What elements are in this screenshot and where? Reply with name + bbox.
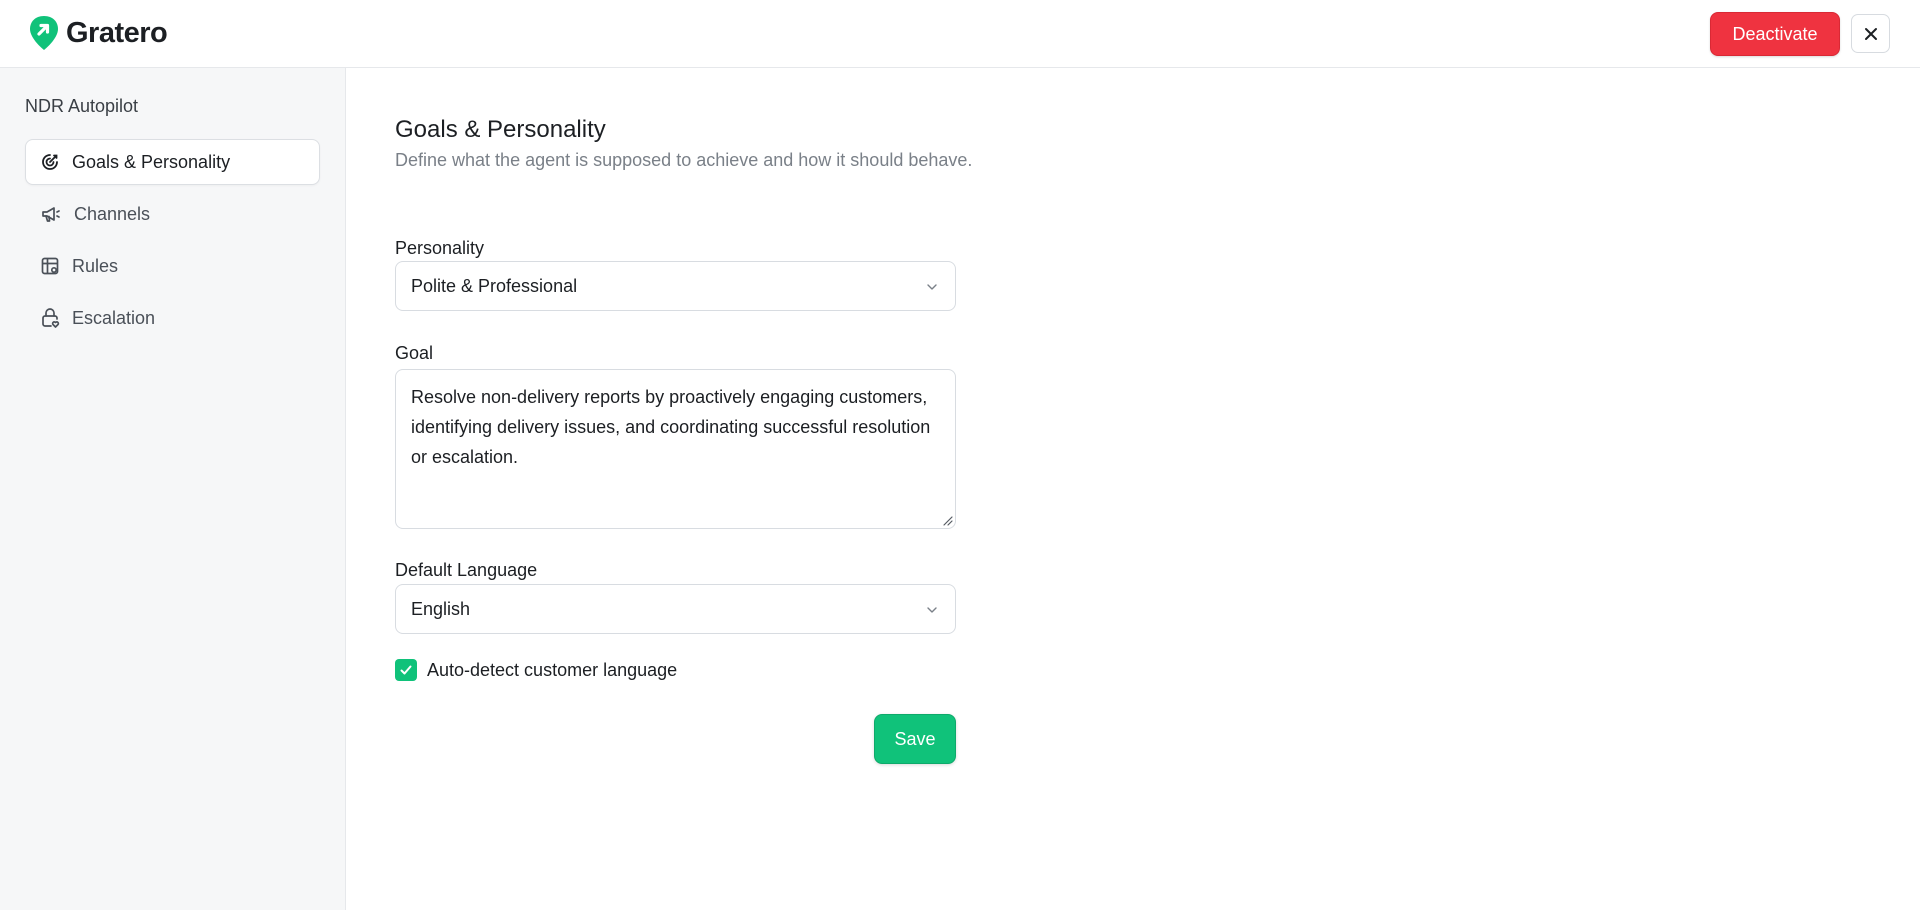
megaphone-icon xyxy=(42,207,60,222)
checkmark-icon xyxy=(400,665,412,675)
sidebar-item-label: Escalation xyxy=(72,307,156,328)
auto-detect-label: Auto-detect customer language xyxy=(427,659,678,680)
sidebar-item-rules[interactable]: Rules xyxy=(25,243,320,289)
resize-handle-icon[interactable] xyxy=(941,514,953,526)
sidebar-nav: Goals & Personality Channels Rules Escal… xyxy=(25,139,320,347)
target-icon xyxy=(42,154,58,170)
brand-logo[interactable]: Gratero xyxy=(28,14,168,52)
auto-detect-checkbox[interactable] xyxy=(395,659,417,681)
sidebar-item-label: Rules xyxy=(72,255,119,276)
save-button[interactable]: Save xyxy=(874,714,956,764)
sidebar-item-label: Goals & Personality xyxy=(72,151,231,172)
close-button[interactable] xyxy=(1851,14,1890,53)
page-title: Goals & Personality xyxy=(395,116,606,143)
deactivate-button[interactable]: Deactivate xyxy=(1710,12,1840,56)
sidebar-title: NDR Autopilot xyxy=(25,96,139,116)
sidebar-item-escalation[interactable]: Escalation xyxy=(25,295,320,341)
sidebar: NDR Autopilot Goals & Personality Channe… xyxy=(0,68,346,910)
rules-grid-icon xyxy=(41,257,59,275)
page-subtitle: Define what the agent is supposed to ach… xyxy=(395,150,973,170)
default-language-select[interactable]: English xyxy=(395,584,956,634)
lock-icon xyxy=(42,308,60,328)
close-icon xyxy=(1864,27,1877,40)
sidebar-item-goals-personality[interactable]: Goals & Personality xyxy=(25,139,320,185)
default-language-value: English xyxy=(411,598,471,619)
sidebar-item-label: Channels xyxy=(74,203,151,224)
goal-label: Goal xyxy=(395,343,434,363)
brand-name: Gratero xyxy=(66,16,168,49)
personality-value: Polite & Professional xyxy=(411,275,578,296)
personality-select[interactable]: Polite & Professional xyxy=(395,261,956,311)
personality-label: Personality xyxy=(395,238,485,258)
gratero-logo-icon xyxy=(30,16,58,50)
chevron-down-icon xyxy=(927,284,937,290)
goal-text: Resolve non-delivery reports by proactiv… xyxy=(411,387,931,467)
default-language-label: Default Language xyxy=(395,560,538,580)
chevron-down-icon xyxy=(927,607,937,613)
top-bar: Gratero Deactivate xyxy=(0,0,1920,68)
goal-textarea[interactable]: Resolve non-delivery reports by proactiv… xyxy=(395,369,956,529)
auto-detect-language-option[interactable]: Auto-detect customer language xyxy=(395,659,677,681)
sidebar-item-channels[interactable]: Channels xyxy=(25,191,320,237)
